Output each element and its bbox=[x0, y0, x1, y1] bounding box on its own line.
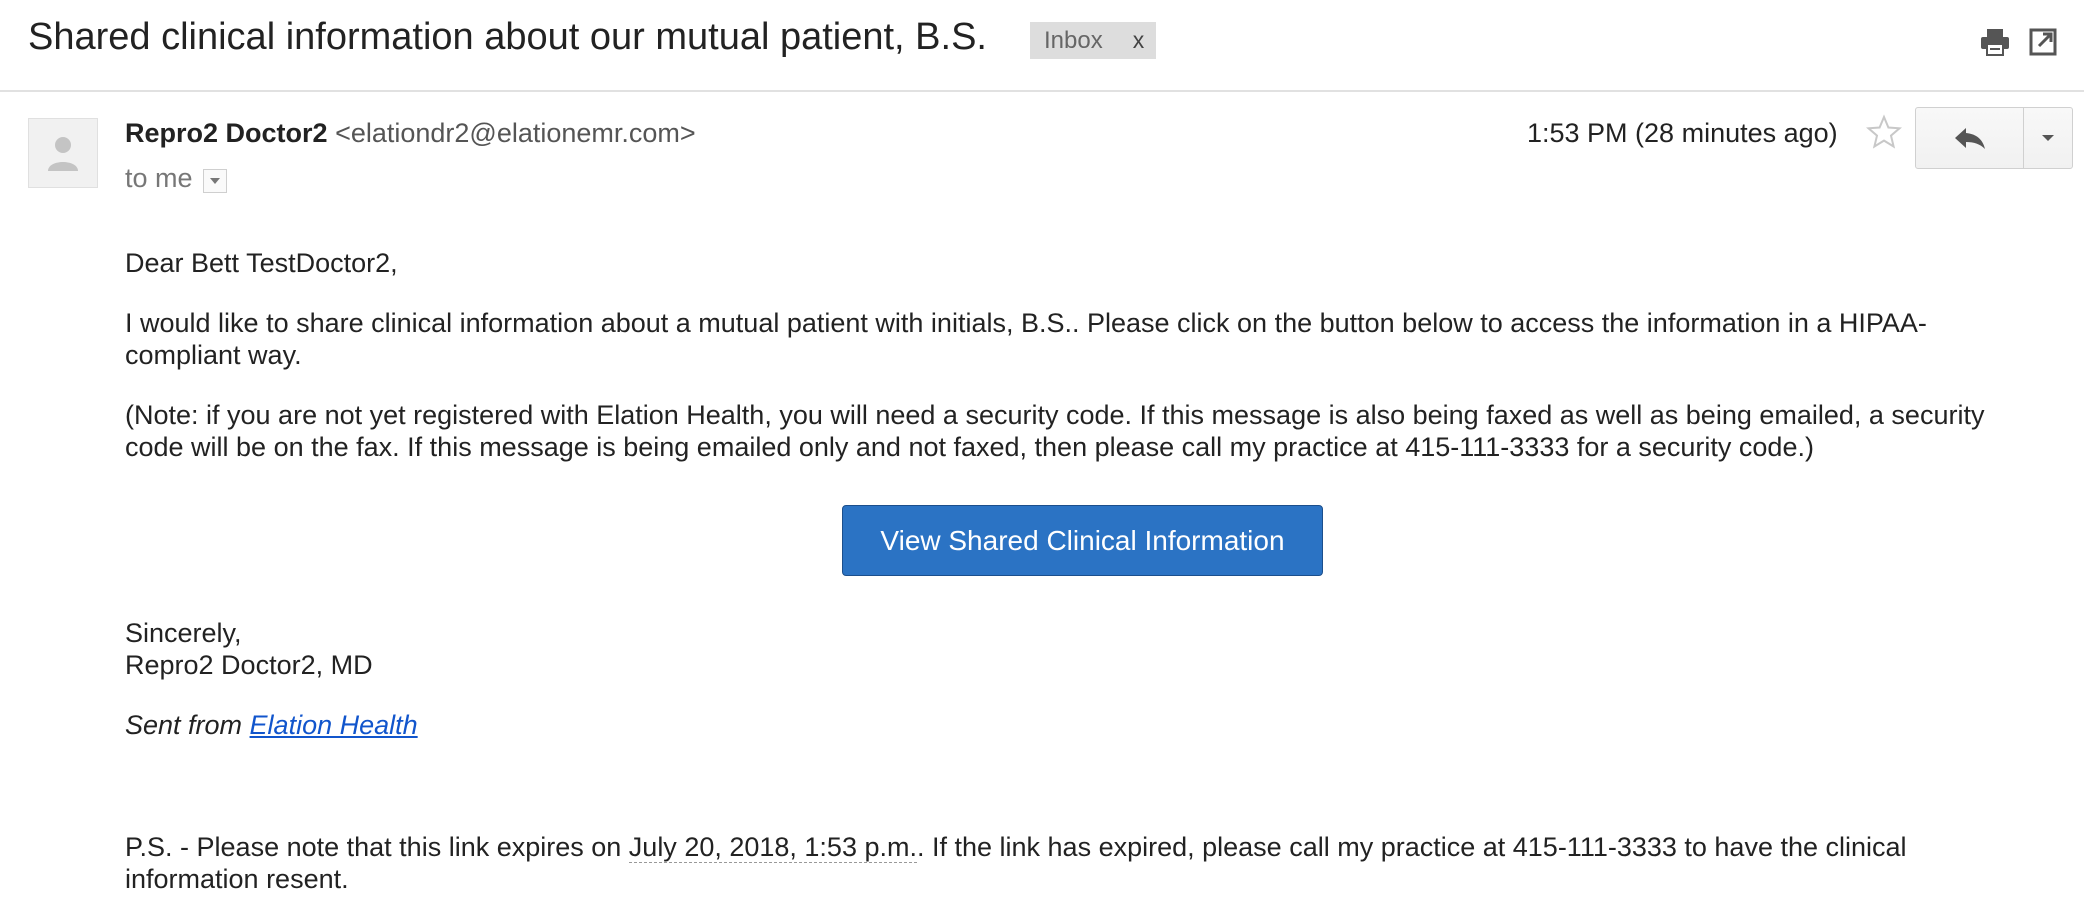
view-shared-clinical-information-button[interactable]: View Shared Clinical Information bbox=[842, 505, 1323, 576]
reply-icon bbox=[1954, 128, 1985, 149]
recipient-line: to me bbox=[125, 163, 227, 194]
printer-icon[interactable] bbox=[1979, 26, 2011, 58]
chevron-down-icon bbox=[209, 177, 220, 184]
reply-button-group bbox=[1915, 107, 2073, 169]
avatar bbox=[28, 118, 98, 188]
person-icon bbox=[48, 137, 78, 171]
sent-from-line: Sent from Elation Health bbox=[125, 709, 2025, 741]
postscript: P.S. - Please note that this link expire… bbox=[125, 831, 2025, 895]
ps-prefix: P.S. - Please note that this link expire… bbox=[125, 832, 629, 862]
body-paragraph-1: I would like to share clinical informati… bbox=[125, 308, 1927, 370]
new-window-icon[interactable] bbox=[2027, 26, 2059, 58]
more-actions-button[interactable] bbox=[2024, 108, 2072, 168]
elation-health-link[interactable]: Elation Health bbox=[250, 710, 418, 740]
signature: Repro2 Doctor2, MD bbox=[125, 650, 373, 680]
sender-line: Repro2 Doctor2 <elationdr2@elationemr.co… bbox=[125, 118, 696, 149]
star-icon[interactable] bbox=[1866, 114, 1902, 150]
inbox-label[interactable]: Inbox x bbox=[1030, 22, 1157, 59]
email-timestamp: 1:53 PM (28 minutes ago) bbox=[1527, 118, 1838, 148]
sender-email: <elationdr2@elationemr.com> bbox=[335, 118, 696, 148]
body-paragraph-2: (Note: if you are not yet registered wit… bbox=[125, 400, 1985, 462]
show-details-button[interactable] bbox=[202, 168, 227, 193]
inbox-label-text: Inbox bbox=[1044, 26, 1103, 54]
closing: Sincerely, bbox=[125, 618, 242, 648]
email-subject: Shared clinical information about our mu… bbox=[28, 16, 987, 58]
email-view: Shared clinical information about our mu… bbox=[0, 0, 2084, 920]
chevron-down-icon bbox=[2042, 135, 2054, 141]
reply-button[interactable] bbox=[1916, 108, 2024, 168]
email-header: Shared clinical information about our mu… bbox=[0, 0, 2084, 92]
greeting: Dear Bett TestDoctor2, bbox=[125, 248, 398, 278]
remove-label-button[interactable]: x bbox=[1133, 27, 1145, 54]
recipient-text: to me bbox=[125, 163, 193, 193]
ps-expiry-date[interactable]: July 20, 2018, 1:53 p.m. bbox=[628, 832, 917, 863]
sent-from-prefix: Sent from bbox=[125, 710, 250, 740]
sender-name[interactable]: Repro2 Doctor2 bbox=[125, 118, 328, 148]
